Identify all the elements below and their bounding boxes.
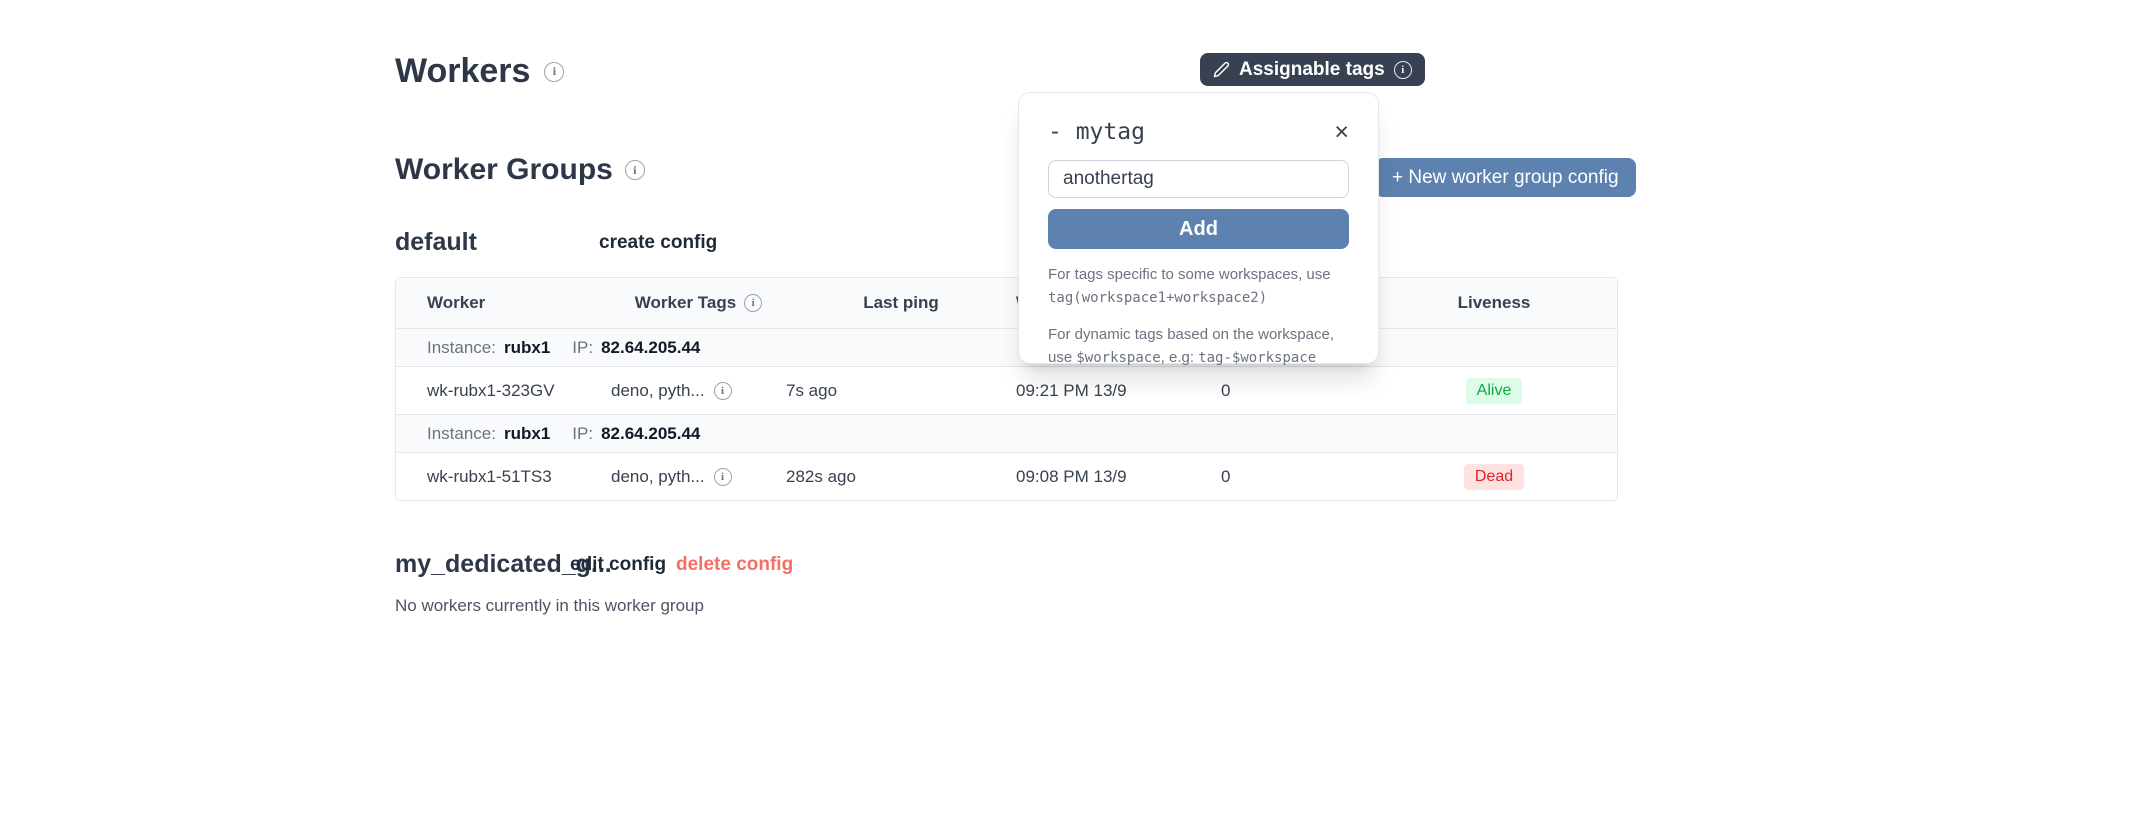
instance-label: Instance: [427,424,496,444]
worker-tags-row-info-icon[interactable]: i [714,468,732,486]
popover-header: - mytag × [1048,119,1349,145]
last-ping-value: 282s ago [786,467,1016,487]
tags-help-dynamic: For dynamic tags based on the workspace,… [1048,324,1349,369]
worker-groups-info-icon[interactable]: i [625,160,645,180]
col-header-last-ping: Last ping [863,293,939,313]
col-header-worker-tags: Worker Tags i [635,293,762,313]
help2-code2: tag-$workspace [1198,350,1316,366]
edit-config-link[interactable]: edit config [570,554,676,576]
worker-row: wk-rubx1-51TS3 deno, pyth... i 282s ago … [396,452,1617,500]
add-tag-button[interactable]: Add [1048,209,1349,249]
group-name-default: default [395,228,599,257]
col-header-liveness: Liveness [1458,293,1531,313]
topbar-controls: Assignable tags i global cache to s3 i [1200,53,1425,86]
ip-label: IP: [572,424,593,444]
new-worker-group-config-button[interactable]: + New worker group config [1375,158,1636,197]
tag-list-item: - mytag [1048,119,1145,145]
instance-name: rubx1 [504,424,550,444]
col-header-worker-tags-label: Worker Tags [635,293,736,313]
worker-tags-cell: deno, pyth... i [611,381,786,401]
table-header-row: Worker Worker Tags i Last ping W Livenes… [396,278,1617,328]
group-name-dedicated: my_dedicated_g... [395,550,570,579]
worker-name: wk-rubx1-323GV [396,381,611,401]
assignable-tags-info-icon[interactable]: i [1394,61,1412,79]
col-header-worker: Worker [396,293,611,313]
close-icon[interactable]: × [1334,120,1349,145]
pencil-icon [1213,61,1230,78]
tags-help-workspaces: For tags specific to some workspaces, us… [1048,264,1349,309]
instance-row: Instance: rubx1 IP: 82.64.205.44 [396,414,1617,452]
worker-start-value: 09:08 PM 13/9 [1016,467,1221,487]
instance-label: Instance: [427,338,496,358]
worker-start-value: 09:21 PM 13/9 [1016,381,1221,401]
instance-row: Instance: rubx1 IP: 82.64.205.44 [396,328,1617,366]
worker-groups-title: Worker Groups i [395,153,645,187]
worker-tags-row-info-icon[interactable]: i [714,382,732,400]
last-ping-value: 7s ago [786,381,1016,401]
liveness-badge: Dead [1464,464,1524,490]
worker-tags-cell: deno, pyth... i [611,467,786,487]
page-title: Workers i [395,52,564,91]
page-title-text: Workers [395,52,530,91]
help2-code1: $workspace [1076,350,1160,366]
worker-groups-title-text: Worker Groups [395,153,613,187]
worker-tags-info-icon[interactable]: i [744,294,762,312]
assignable-tags-popover: - mytag × Add For tags specific to some … [1018,92,1379,364]
workers-info-icon[interactable]: i [544,62,564,82]
assignable-tags-label: Assignable tags [1239,59,1385,81]
group-header-dedicated: my_dedicated_g... edit config delete con… [395,550,793,579]
worker-row: wk-rubx1-323GV deno, pyth... i 7s ago 09… [396,366,1617,414]
jobs-ran-value: 0 [1221,381,1371,401]
assignable-tags-button[interactable]: Assignable tags i [1200,53,1425,86]
worker-name: wk-rubx1-51TS3 [396,467,611,487]
jobs-ran-value: 0 [1221,467,1371,487]
liveness-badge: Alive [1466,378,1523,404]
worker-tags-value: deno, pyth... [611,467,705,487]
worker-tags-value: deno, pyth... [611,381,705,401]
ip-value: 82.64.205.44 [601,424,700,444]
workers-table: Worker Worker Tags i Last ping W Livenes… [395,277,1618,501]
ip-value: 82.64.205.44 [601,338,700,358]
instance-name: rubx1 [504,338,550,358]
delete-config-link[interactable]: delete config [676,554,793,576]
empty-group-message: No workers currently in this worker grou… [395,596,704,616]
help1-code: tag(workspace1+workspace2) [1048,290,1267,306]
group-header-default: default create config [395,228,717,257]
help2-mid: , e.g: [1161,349,1194,366]
new-tag-input[interactable] [1048,160,1349,198]
create-config-link[interactable]: create config [599,232,717,254]
ip-label: IP: [572,338,593,358]
help1-text: For tags specific to some workspaces, us… [1048,266,1331,283]
